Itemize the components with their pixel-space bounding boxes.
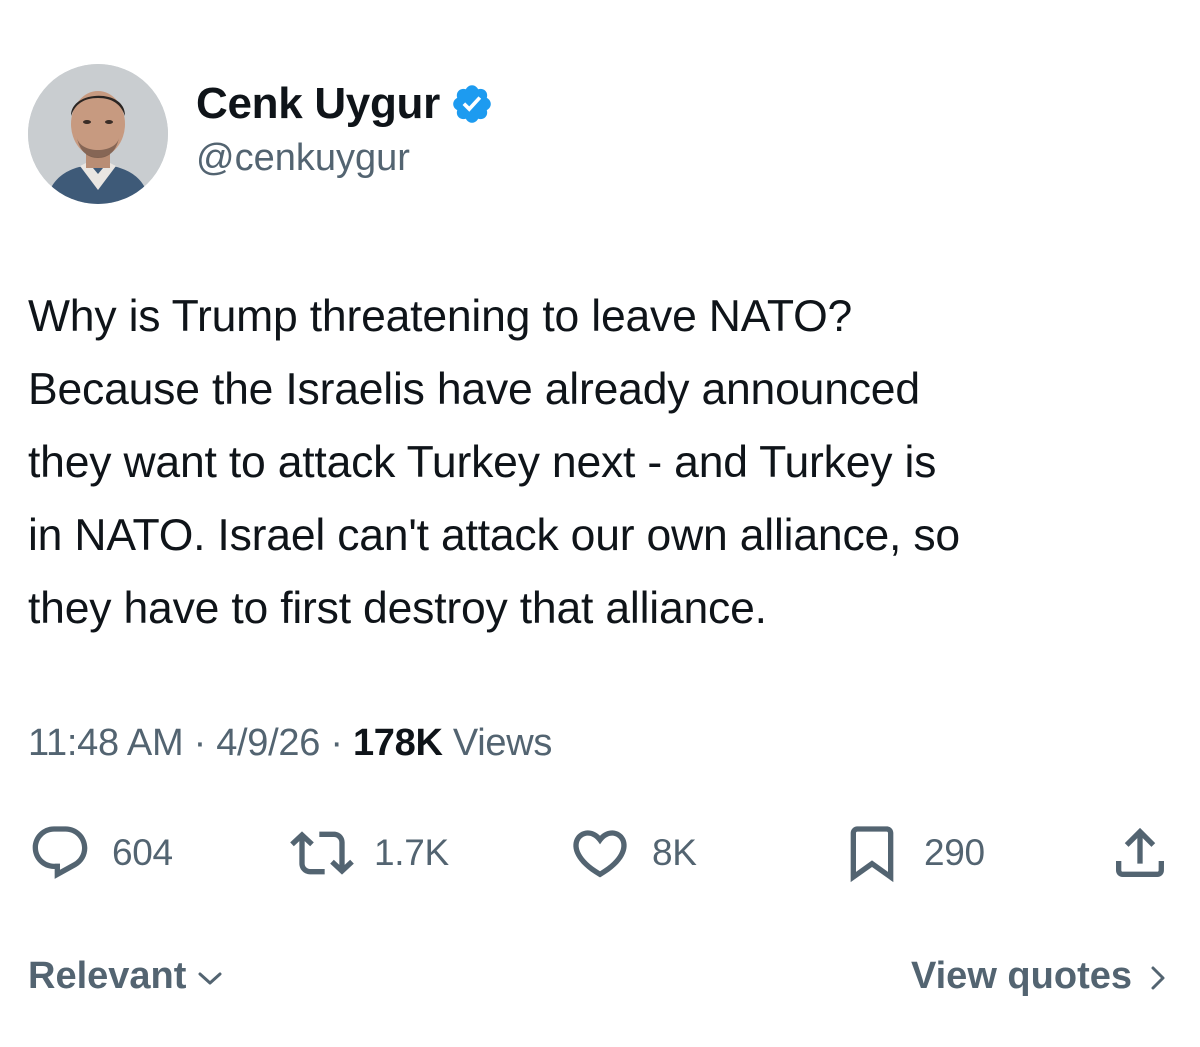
view-quotes-label: View quotes [910,955,1132,997]
handle[interactable]: @cenkuygur [196,137,494,180]
reply-count: 604 [112,832,173,873]
bookmark-button[interactable]: 290 [840,818,985,888]
timestamp-date[interactable]: 4/9/26 [216,722,320,764]
action-bar: 604 1.7K 8K 290 [28,818,1173,888]
verified-badge-icon[interactable] [450,82,494,126]
share-icon [1116,827,1164,877]
tweet-text-line: Because the Israelis have already announ… [28,365,920,414]
author-names: Cenk Uygur @cenkuygur [196,79,494,180]
repost-button[interactable]: 1.7K [290,818,449,888]
share-button[interactable] [1108,818,1172,888]
tweet-meta: 11:48 AM · 4/9/26 · 178K Views [28,722,552,765]
views-count: 178K [352,722,443,764]
tweet-header: Cenk Uygur @cenkuygur [28,64,494,204]
meta-separator: · [183,722,217,764]
bookmark-count: 290 [924,832,985,873]
tweet-text-line: they want to attack Turkey next - and Tu… [28,438,937,487]
view-quotes-link[interactable]: View quotes [911,955,1168,998]
chevron-down-icon [198,972,222,984]
tweet-text: Why is Trump threatening to leave NATO? … [28,280,1188,645]
like-count: 8K [652,832,697,873]
repost-count: 1.7K [374,832,449,873]
timestamp-time[interactable]: 11:48 AM [28,722,184,764]
like-icon [573,830,627,878]
display-name-row: Cenk Uygur [196,79,494,129]
reply-button[interactable]: 604 [28,818,173,888]
tweet-footer: Relevant View quotes [28,955,1168,1005]
sort-label: Relevant [28,955,187,997]
tweet-text-line: Why is Trump threatening to leave NATO? [28,292,853,341]
tweet-text-line: in NATO. Israel can't attack our own all… [28,511,960,560]
views-label: Views [442,722,553,764]
sort-relevant-dropdown[interactable]: Relevant [28,955,224,998]
repost-icon [290,831,354,875]
bookmark-icon [850,826,894,883]
reply-icon [32,826,88,879]
display-name[interactable]: Cenk Uygur [196,79,440,129]
like-button[interactable]: 8K [568,818,697,888]
avatar-photo [28,64,168,204]
meta-separator: · [320,722,353,764]
avatar[interactable] [28,64,168,204]
tweet-text-line: they have to first destroy that alliance… [28,584,767,633]
chevron-right-icon [1151,966,1165,989]
